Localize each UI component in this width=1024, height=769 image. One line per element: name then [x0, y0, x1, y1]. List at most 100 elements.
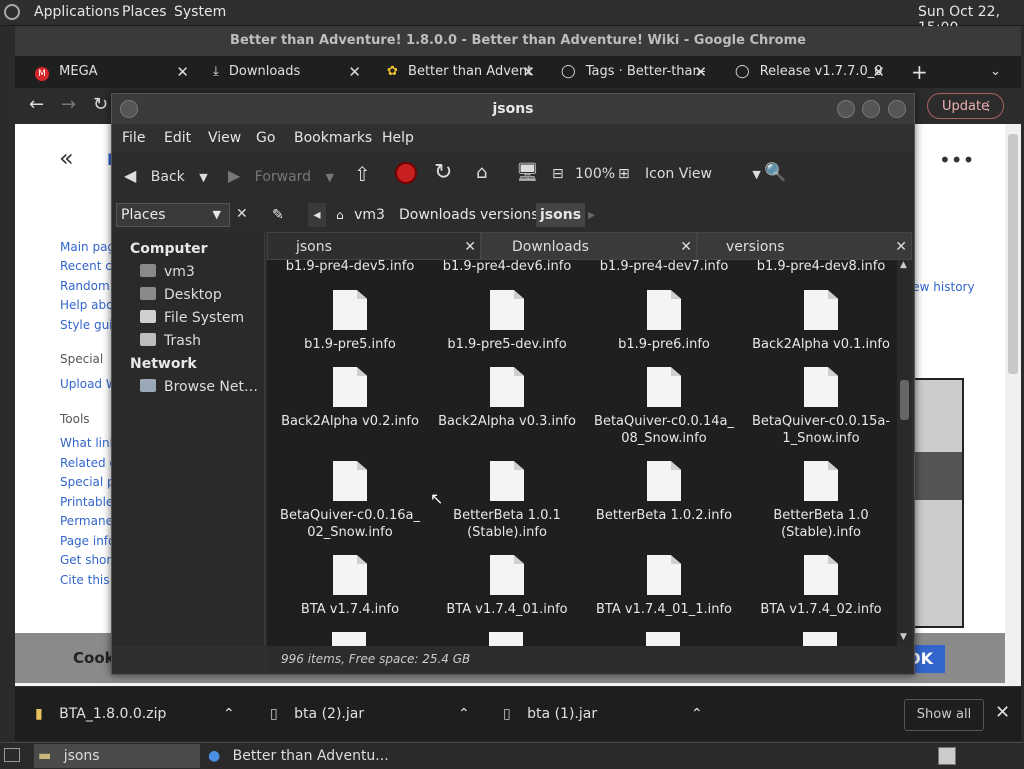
wiki-tool-link[interactable]: Related c: [60, 456, 115, 470]
close-icon[interactable]: ✕: [176, 56, 189, 88]
scrollbar-thumb[interactable]: [900, 380, 909, 420]
gnome-foot-icon[interactable]: [4, 4, 20, 20]
file-item[interactable]: BetterBeta 1.0.2.info: [586, 461, 742, 524]
file-item[interactable]: BetaQuiver-c0.0.16a_ 02_Snow.info: [272, 461, 428, 541]
wiki-nav-link[interactable]: Recent changes: [60, 259, 115, 273]
close-icon[interactable]: ✕: [680, 233, 692, 261]
file-item[interactable]: Back2Alpha v0.1.info: [743, 290, 897, 353]
close-icon[interactable]: ✕: [522, 56, 535, 88]
chevron-up-icon[interactable]: ⌃: [691, 687, 703, 741]
wiki-nav-link[interactable]: Upload W: [60, 377, 115, 391]
wiki-nav-link[interactable]: Style guide: [60, 318, 115, 332]
chrome-scrollbar[interactable]: [1005, 124, 1021, 684]
menu-help[interactable]: Help: [382, 130, 414, 146]
chrome-tab-mega[interactable]: M MEGA ✕: [35, 56, 195, 88]
tab-versions[interactable]: versions ✕: [697, 232, 912, 260]
file-item[interactable]: Back2Alpha v0.2.info: [272, 367, 428, 430]
applications-menu[interactable]: Applications: [34, 4, 120, 20]
wiki-nav-link[interactable]: Main page: [60, 240, 115, 254]
reload-icon[interactable]: ↻: [434, 160, 452, 185]
chrome-tab-bta[interactable]: ✿ Better than Advent ✕: [387, 56, 541, 88]
file-item[interactable]: Back2Alpha v0.3.info: [429, 367, 585, 430]
breadcrumb-jsons[interactable]: jsons: [536, 203, 586, 227]
sidebar-item-vm3[interactable]: vm3: [140, 264, 195, 280]
zoom-out-icon[interactable]: ⊟: [552, 166, 564, 182]
close-icon[interactable]: ✕: [694, 56, 707, 88]
stop-icon[interactable]: [395, 162, 417, 184]
wiki-tool-link[interactable]: Special pa: [60, 475, 115, 489]
file-item[interactable]: BTA v1.7.4_01_1.info: [586, 555, 742, 618]
file-item[interactable]: b1.9-pre5-dev.info: [429, 290, 585, 353]
up-icon[interactable]: ⇧: [354, 162, 371, 186]
view-mode-select[interactable]: Icon View ▼: [645, 166, 761, 182]
sidebar-item-trash[interactable]: Trash: [140, 333, 201, 349]
tab-downloads[interactable]: Downloads ✕: [481, 232, 697, 260]
file-item[interactable]: BetaQuiver-c0.0.14a_ 08_Snow.info: [586, 367, 742, 447]
sidebar-item-browse-network[interactable]: Browse Net…: [140, 379, 258, 395]
chrome-tab-release[interactable]: ◯ Release v1.7.7.0_0 ✕: [735, 56, 891, 88]
wiki-tool-link[interactable]: Printable: [60, 495, 115, 509]
close-icon[interactable]: ✕: [348, 56, 361, 88]
close-icon[interactable]: [888, 100, 906, 118]
file-item[interactable]: BetaQuiver-c0.0.15a- 1_Snow.info: [743, 367, 897, 447]
file-item[interactable]: b1.9-pre4-dev8.info: [743, 260, 897, 275]
places-select[interactable]: Places ▼: [116, 203, 230, 227]
minimize-icon[interactable]: [837, 100, 855, 118]
file-item[interactable]: b1.9-pre4-dev6.info: [429, 260, 585, 275]
maximize-icon[interactable]: [862, 100, 880, 118]
taskbar-item-chrome[interactable]: ● Better than Adventu...: [204, 744, 404, 768]
workspace-switcher[interactable]: [938, 747, 956, 765]
file-item[interactable]: BetterBeta 1.0.1 (Stable).info: [429, 461, 585, 541]
crumb-prev-icon[interactable]: ◂: [308, 203, 326, 227]
wiki-nav-link[interactable]: Help about: [60, 298, 115, 312]
file-item[interactable]: BTA v1.7.4.info: [272, 555, 428, 618]
download-item[interactable]: ▮ BTA_1.8.0.0.zip ⌃: [35, 687, 250, 741]
taskbar-item-jsons[interactable]: ▬ jsons: [34, 744, 200, 768]
wiki-nav-link[interactable]: Random page: [60, 279, 115, 293]
close-icon[interactable]: ✕: [872, 56, 885, 88]
scrollbar-thumb[interactable]: [1008, 134, 1018, 374]
edit-location-icon[interactable]: ✎: [272, 203, 284, 227]
file-item[interactable]: b1.9-pre5.info: [272, 290, 428, 353]
menu-go[interactable]: Go: [256, 130, 275, 146]
close-icon[interactable]: ✕: [995, 702, 1010, 723]
chrome-forward-icon[interactable]: →: [61, 94, 76, 115]
file-item[interactable]: b1.9-pre4-dev7.info: [586, 260, 742, 275]
search-icon[interactable]: 🔍: [764, 162, 786, 183]
menu-edit[interactable]: Edit: [164, 130, 191, 146]
sidebar-item-desktop[interactable]: Desktop: [140, 287, 222, 303]
back-button[interactable]: ◀ Back ▼: [124, 166, 208, 185]
breadcrumb-downloads[interactable]: Downloads: [399, 203, 476, 227]
scroll-down-icon[interactable]: ▼: [900, 632, 907, 642]
wiki-tool-link[interactable]: Get shorte: [60, 553, 115, 567]
tab-jsons[interactable]: jsons ✕: [267, 232, 481, 260]
computer-icon[interactable]: 🖥: [516, 162, 539, 183]
system-menu[interactable]: System: [174, 4, 226, 20]
close-icon[interactable]: ✕: [236, 206, 248, 222]
download-item[interactable]: ▯ bta (1).jar ⌃: [503, 687, 718, 741]
reload-icon[interactable]: ↻: [93, 94, 108, 115]
chevron-up-icon[interactable]: ⌃: [223, 687, 235, 741]
crumb-next-icon[interactable]: ▸: [588, 203, 595, 227]
close-icon[interactable]: ✕: [895, 233, 907, 261]
update-button[interactable]: Update ⋮: [927, 93, 1004, 119]
file-item[interactable]: BetterBeta 1.0 (Stable).info: [743, 461, 897, 541]
zoom-in-icon[interactable]: ⊞: [618, 166, 630, 182]
home-icon[interactable]: ⌂: [476, 162, 487, 183]
wiki-tool-link[interactable]: Cite this p: [60, 573, 115, 587]
sidebar-item-file-system[interactable]: File System: [140, 310, 244, 326]
new-tab-icon[interactable]: +: [911, 56, 928, 88]
forward-button[interactable]: ▶ Forward ▼: [228, 166, 334, 185]
show-all-button[interactable]: Show all: [904, 699, 984, 731]
chevron-up-icon[interactable]: ⌃: [458, 687, 470, 741]
download-item[interactable]: ▯ bta (2).jar ⌃: [270, 687, 485, 741]
file-item[interactable]: BTA v1.7.4_01.info: [429, 555, 585, 618]
menu-view[interactable]: View: [208, 130, 241, 146]
tab-search-icon[interactable]: ⌄: [990, 56, 1001, 88]
menu-bookmarks[interactable]: Bookmarks: [294, 130, 372, 146]
chrome-back-icon[interactable]: ←: [29, 94, 44, 115]
chrome-tab-downloads[interactable]: ⤓ Downloads ✕: [213, 56, 367, 88]
window-menu-icon[interactable]: [120, 100, 138, 118]
breadcrumb-vm3[interactable]: ⌂ vm3: [336, 203, 385, 227]
more-icon[interactable]: •••: [939, 148, 974, 172]
